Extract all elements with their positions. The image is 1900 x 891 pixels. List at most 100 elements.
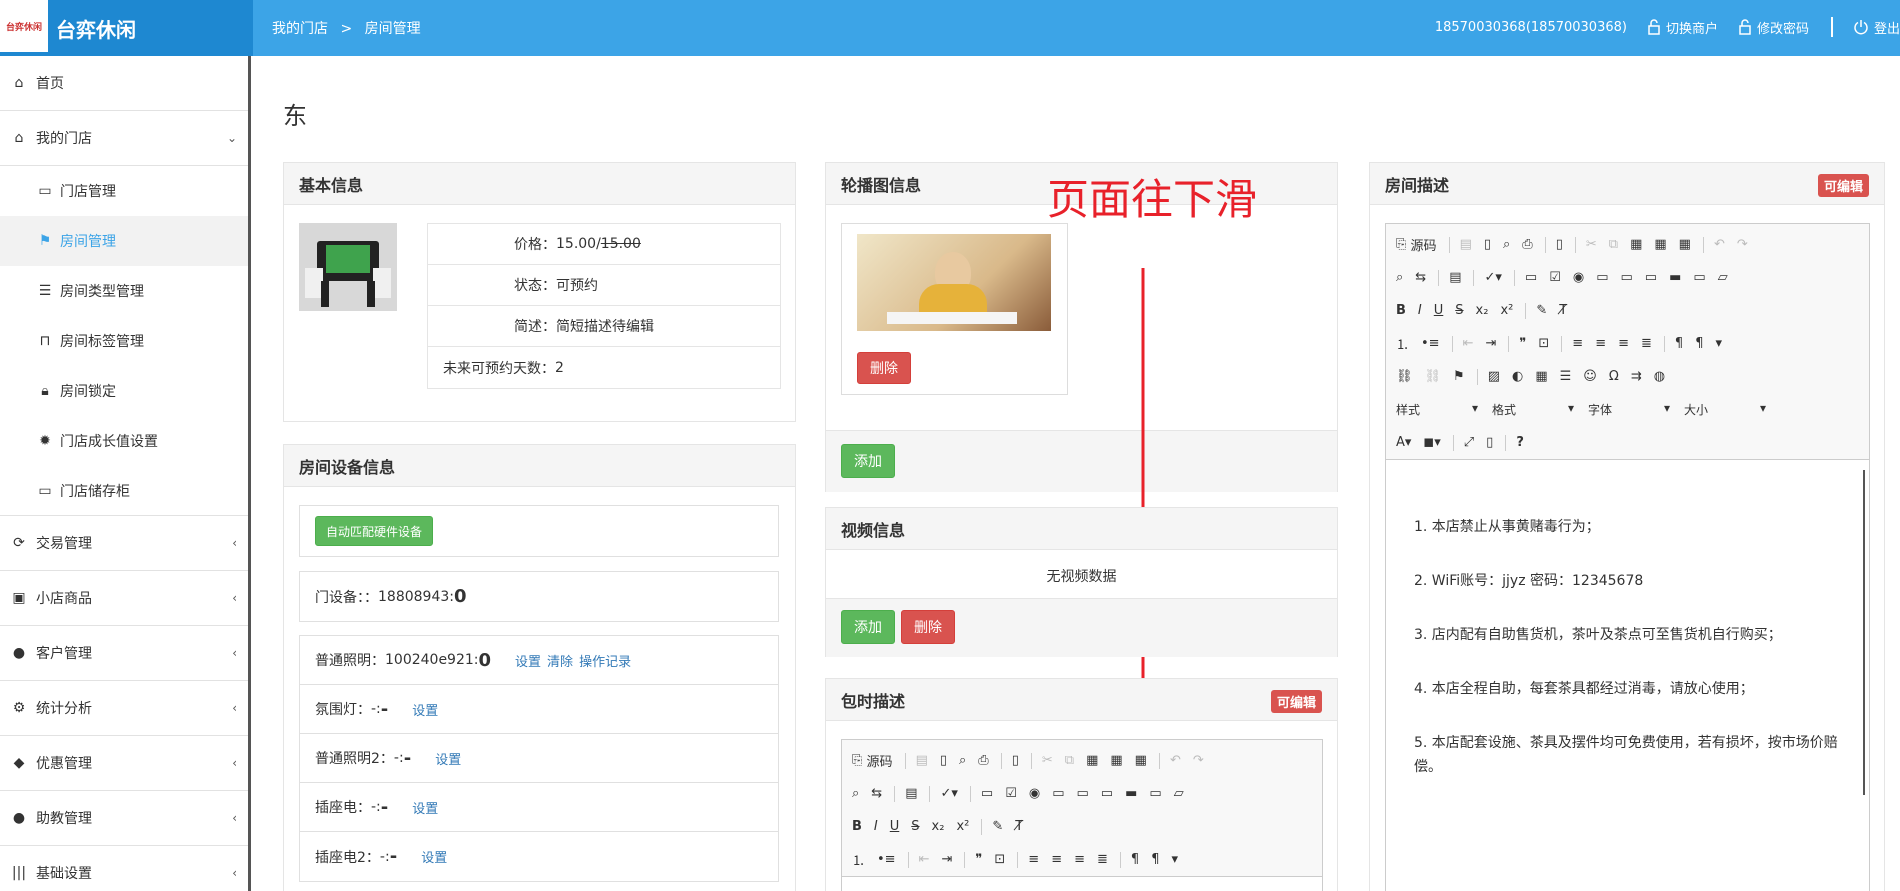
- find-icon[interactable]: ⌕: [1396, 270, 1403, 285]
- select-all-icon[interactable]: ▤: [905, 786, 917, 801]
- sidebar-sub-locker[interactable]: ▭ 门店储存柜: [0, 466, 249, 516]
- sidebar-item-discount[interactable]: ◆ 优惠管理 ‹: [0, 736, 249, 791]
- maximize-icon[interactable]: ⤢: [1464, 435, 1474, 450]
- carousel-delete-button[interactable]: 删除: [857, 352, 911, 384]
- print-icon[interactable]: ⎙: [978, 753, 988, 768]
- horizontal-line-icon[interactable]: ☰: [1560, 369, 1572, 384]
- justify-icon[interactable]: ≣: [1097, 852, 1108, 867]
- text-color-icon[interactable]: A▾: [1396, 435, 1411, 450]
- print-icon[interactable]: ⎙: [1522, 237, 1532, 252]
- anchor-icon[interactable]: ⚑: [1453, 369, 1465, 384]
- room-desc-editable-badge[interactable]: 可编辑: [1817, 174, 1869, 197]
- sidebar-item-statistics[interactable]: ⚙ 统计分析 ‹: [0, 681, 249, 736]
- underline-icon[interactable]: U: [1434, 303, 1444, 318]
- remove-format-icon[interactable]: T̸: [1559, 303, 1567, 318]
- video-delete-button[interactable]: 删除: [901, 610, 955, 644]
- template-icon[interactable]: ▯: [1556, 237, 1563, 252]
- flash-icon[interactable]: ◐: [1512, 369, 1523, 384]
- align-center-icon[interactable]: ≡: [1595, 336, 1606, 351]
- sidebar-item-home[interactable]: ⌂ 首页: [0, 56, 249, 111]
- button-icon[interactable]: ▬: [1669, 270, 1681, 285]
- logout-button[interactable]: 登出: [1853, 18, 1900, 37]
- indent-icon[interactable]: ⇥: [1485, 336, 1496, 351]
- textfield-icon[interactable]: ▭: [1052, 786, 1064, 801]
- source-button[interactable]: ⎘ 源码: [1396, 235, 1437, 254]
- change-password-button[interactable]: 修改密码: [1738, 18, 1809, 37]
- save-icon[interactable]: ▤: [916, 753, 928, 768]
- align-left-icon[interactable]: ≡: [1572, 336, 1583, 351]
- device-set-link[interactable]: 设置: [515, 651, 541, 670]
- subscript-icon[interactable]: x₂: [1476, 303, 1489, 318]
- italic-icon[interactable]: I: [874, 819, 878, 834]
- form-icon[interactable]: ▭: [1525, 270, 1537, 285]
- rtl-icon[interactable]: ¶: [1151, 852, 1159, 867]
- remove-format-icon[interactable]: T̸: [1015, 819, 1023, 834]
- cut-icon[interactable]: ✂: [1042, 753, 1053, 768]
- textfield-icon[interactable]: ▭: [1596, 270, 1608, 285]
- source-button[interactable]: ⎘ 源码: [852, 751, 893, 770]
- iframe-icon[interactable]: ◍: [1654, 369, 1665, 384]
- table-icon[interactable]: ▦: [1535, 369, 1547, 384]
- div-icon[interactable]: ⊡: [994, 852, 1005, 867]
- undo-icon[interactable]: ↶: [1714, 237, 1725, 252]
- auto-match-button[interactable]: 自动匹配硬件设备: [315, 516, 434, 546]
- select-all-icon[interactable]: ▤: [1449, 270, 1461, 285]
- image-button-icon[interactable]: ▭: [1149, 786, 1161, 801]
- special-char-icon[interactable]: Ω: [1609, 369, 1619, 384]
- sidebar-sub-room-lock[interactable]: 🔒︎ 房间锁定: [0, 366, 249, 416]
- bold-icon[interactable]: B: [852, 819, 862, 834]
- subscript-icon[interactable]: x₂: [932, 819, 945, 834]
- bullet-list-icon[interactable]: •≡: [1421, 336, 1440, 351]
- justify-icon[interactable]: ≣: [1641, 336, 1652, 351]
- sidebar-item-basic-settings[interactable]: ||| 基础设置 ‹: [0, 846, 249, 891]
- sidebar-item-shop-goods[interactable]: ▣ 小店商品 ‹: [0, 571, 249, 626]
- image-button-icon[interactable]: ▭: [1693, 270, 1705, 285]
- numbered-list-icon[interactable]: ⒈: [1396, 334, 1409, 353]
- blockquote-icon[interactable]: ❞: [1519, 336, 1526, 351]
- preview-icon[interactable]: ⌕: [959, 753, 966, 768]
- spellcheck-icon[interactable]: ✓▾: [1484, 270, 1501, 285]
- sidebar-sub-room-type[interactable]: ☰ 房间类型管理: [0, 266, 249, 316]
- device-set-link[interactable]: 设置: [421, 847, 447, 866]
- copy-format-icon[interactable]: ✎: [992, 819, 1003, 834]
- device-set-link[interactable]: 设置: [435, 749, 461, 768]
- indent-icon[interactable]: ⇥: [941, 852, 952, 867]
- paste-icon[interactable]: ▦: [1630, 237, 1642, 252]
- align-left-icon[interactable]: ≡: [1028, 852, 1039, 867]
- sidebar-sub-room-tag[interactable]: ⊓ 房间标签管理: [0, 316, 249, 366]
- copy-format-icon[interactable]: ✎: [1536, 303, 1547, 318]
- numbered-list-icon[interactable]: ⒈: [852, 850, 865, 869]
- device-set-link[interactable]: 设置: [412, 798, 438, 817]
- paste-word-icon[interactable]: ▦: [1679, 237, 1691, 252]
- style-dropdown[interactable]: 样式 ▾: [1396, 401, 1478, 418]
- preview-icon[interactable]: ⌕: [1503, 237, 1510, 252]
- device-clear-link[interactable]: 清除: [547, 651, 573, 670]
- checkbox-icon[interactable]: ☑: [1005, 786, 1017, 801]
- sidebar-item-trade[interactable]: ⟳ 交易管理 ‹: [0, 516, 249, 571]
- size-dropdown[interactable]: 大小 ▾: [1684, 401, 1766, 418]
- template-icon[interactable]: ▯: [1012, 753, 1019, 768]
- ltr-icon[interactable]: ¶: [1675, 336, 1683, 351]
- image-icon[interactable]: ▨: [1488, 369, 1500, 384]
- language-icon[interactable]: ▾: [1715, 336, 1722, 351]
- ltr-icon[interactable]: ¶: [1131, 852, 1139, 867]
- hidden-field-icon[interactable]: ▱: [1174, 786, 1184, 801]
- checkbox-icon[interactable]: ☑: [1549, 270, 1561, 285]
- select-icon[interactable]: ▭: [1101, 786, 1113, 801]
- find-icon[interactable]: ⌕: [852, 786, 859, 801]
- button-icon[interactable]: ▬: [1125, 786, 1137, 801]
- radio-icon[interactable]: ◉: [1573, 270, 1584, 285]
- replace-icon[interactable]: ⇆: [871, 786, 882, 801]
- unlink-icon[interactable]: ⛓: [1425, 369, 1442, 384]
- align-center-icon[interactable]: ≡: [1051, 852, 1062, 867]
- bg-color-icon[interactable]: ◼▾: [1423, 435, 1440, 450]
- smiley-icon[interactable]: ☺: [1583, 369, 1597, 384]
- editor-scrollbar[interactable]: [1863, 470, 1865, 795]
- textarea-icon[interactable]: ▭: [1621, 270, 1633, 285]
- underline-icon[interactable]: U: [890, 819, 900, 834]
- sidebar-scrollbar[interactable]: [248, 56, 251, 891]
- bullet-list-icon[interactable]: •≡: [877, 852, 896, 867]
- superscript-icon[interactable]: x²: [1500, 303, 1513, 318]
- carousel-add-button[interactable]: 添加: [841, 444, 895, 478]
- sidebar-sub-growth[interactable]: ✹ 门店成长值设置: [0, 416, 249, 466]
